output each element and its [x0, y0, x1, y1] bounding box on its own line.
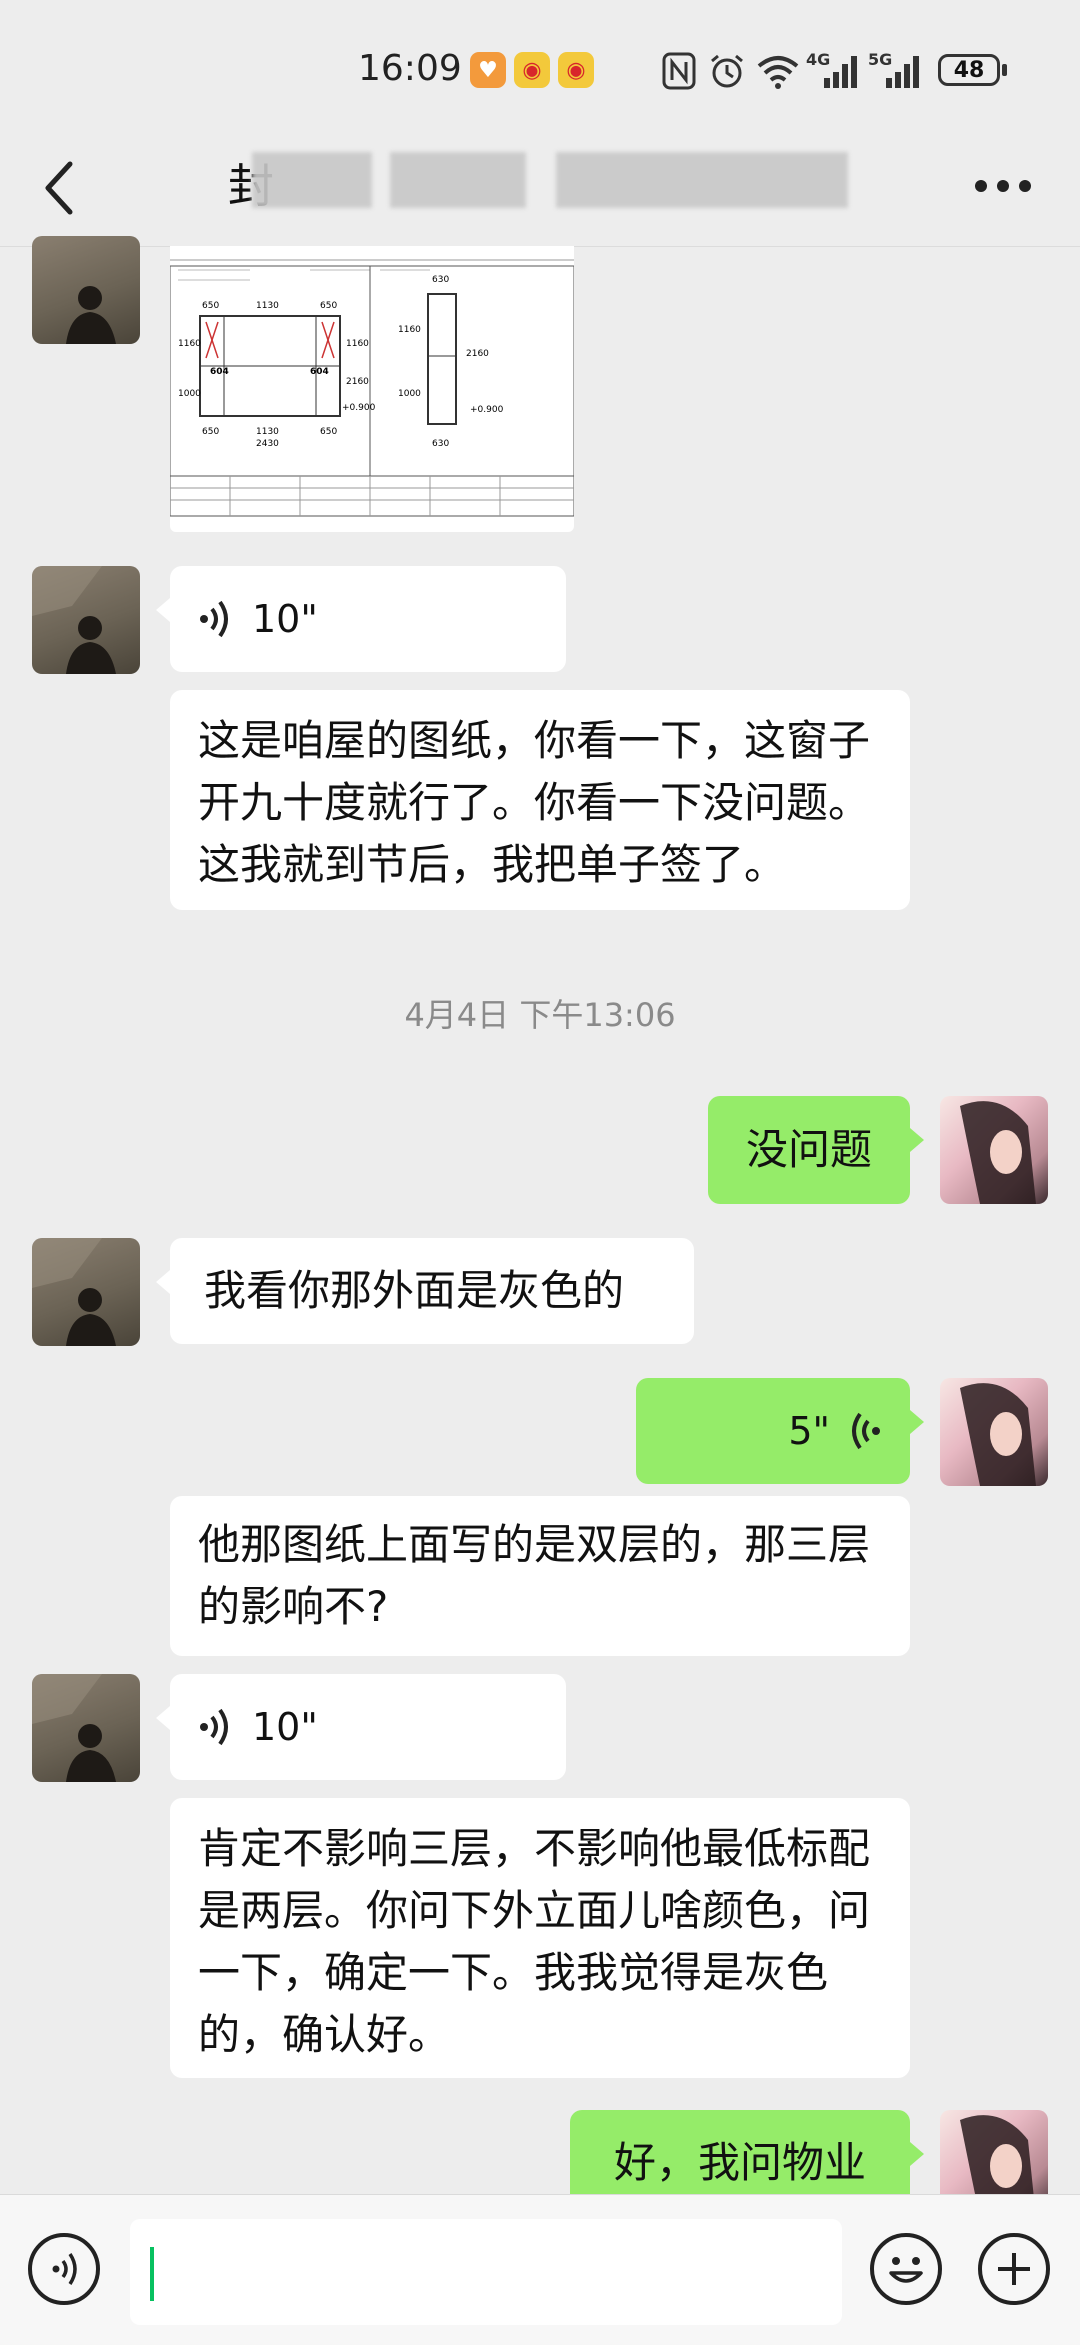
- person-silhouette-icon: [32, 566, 116, 674]
- battery-level: 48: [953, 57, 985, 83]
- message-bubble[interactable]: 没问题: [708, 1096, 924, 1204]
- dim-label: 630: [432, 439, 449, 449]
- dim-label: 1000: [178, 389, 201, 399]
- message-text: 没问题: [745, 1125, 872, 1174]
- chat-header: 封: [0, 130, 1080, 246]
- alarm-icon: [711, 54, 743, 88]
- blurred-title-segment: [390, 152, 526, 208]
- battery-tip: [1002, 64, 1007, 76]
- dim-label: 1160: [398, 325, 421, 335]
- more-dots-icon[interactable]: [975, 180, 1031, 196]
- avatar[interactable]: [32, 1674, 140, 1782]
- voice-playback-icon: [200, 600, 228, 638]
- avatar[interactable]: [940, 1096, 1048, 1204]
- dim-label: 604: [310, 367, 329, 377]
- dim-label: 1160: [346, 339, 369, 349]
- message-bubble[interactable]: 这是咱屋的图纸，你看一下，这窗子开九十度就行了。你看一下没问题。这我就到节后，我…: [170, 690, 910, 910]
- voice-message-bubble[interactable]: 10": [156, 1674, 566, 1780]
- wifi-icon: [757, 56, 799, 89]
- sill-label: +0.900: [342, 403, 376, 413]
- dim-label: 1000: [398, 389, 421, 399]
- message-bubble[interactable]: 他那图纸上面写的是双层的，那三层的影响不?: [170, 1496, 910, 1656]
- dim-label: 1130: [256, 301, 279, 311]
- floor-plan-image[interactable]: 650 1130 650 650 1130 650 2430 1160 1000…: [170, 246, 574, 532]
- dim-label: 650: [320, 301, 337, 311]
- dim-label: 1130: [256, 427, 279, 437]
- message-bubble[interactable]: 肯定不影响三层，不影响他最低标配是两层。你问下外立面儿啥颜色，问一下，确定一下。…: [170, 1798, 910, 2078]
- weibo-icon: ◉: [558, 52, 594, 88]
- dim-label: 650: [202, 301, 219, 311]
- profile-photo-icon: [960, 1383, 1036, 1486]
- dim-label: 650: [202, 427, 219, 437]
- signal-icon: [824, 56, 857, 88]
- dim-label: 2160: [466, 349, 489, 359]
- battery-icon: 48: [938, 54, 1000, 86]
- voice-message-bubble[interactable]: 10": [156, 566, 566, 672]
- voice-playback-icon: [200, 1708, 228, 1746]
- message-input-bar: [0, 2194, 1080, 2345]
- person-silhouette-icon: [66, 286, 116, 344]
- profile-photo-icon: [960, 1101, 1036, 1204]
- message-text: 他那图纸上面写的是双层的，那三层的影响不?: [198, 1520, 871, 1631]
- message-text: 这是咱屋的图纸，你看一下，这窗子开九十度就行了。你看一下没问题。这我就到节后，我…: [198, 716, 871, 889]
- voice-duration: 10": [252, 1705, 318, 1749]
- status-time: 16:09: [358, 48, 462, 89]
- dim-label: 1160: [178, 339, 201, 349]
- avatar[interactable]: [32, 566, 140, 674]
- signal-icon: [886, 56, 919, 88]
- voice-mode-icon[interactable]: [28, 2233, 100, 2305]
- dim-label: 630: [432, 275, 449, 285]
- text-caret: [150, 2247, 154, 2301]
- plus-icon[interactable]: [978, 2233, 1050, 2305]
- chat-timestamp: 4月4日 下午13:06: [404, 996, 676, 1034]
- sill-label: +0.900: [470, 405, 504, 415]
- avatar[interactable]: [32, 236, 140, 344]
- person-silhouette-icon: [32, 1674, 116, 1782]
- status-bar: 16:09 ♥ ◉ ◉ 4G 5G 48: [0, 0, 1080, 130]
- emoji-icon[interactable]: [870, 2233, 942, 2305]
- message-input[interactable]: [130, 2219, 842, 2325]
- heart-app-icon: ♥: [470, 52, 506, 88]
- blurred-title-segment: [252, 152, 372, 208]
- dim-label: 650: [320, 427, 337, 437]
- voice-message-bubble[interactable]: 5": [636, 1378, 924, 1484]
- message-bubble[interactable]: 我看你那外面是灰色的: [156, 1238, 694, 1344]
- chevron-left-icon[interactable]: [40, 158, 80, 218]
- message-text: 我看你那外面是灰色的: [204, 1266, 625, 1315]
- voice-playback-icon: [852, 1412, 880, 1450]
- dim-label: 2160: [346, 377, 369, 387]
- avatar[interactable]: [32, 1238, 140, 1346]
- message-text: 肯定不影响三层，不影响他最低标配是两层。你问下外立面儿啥颜色，问一下，确定一下。…: [198, 1824, 871, 2059]
- blurred-title-segment: [556, 152, 848, 208]
- message-text: 好，我问物业: [613, 2138, 866, 2187]
- voice-duration: 5": [788, 1409, 830, 1453]
- weibo-icon: ◉: [514, 52, 550, 88]
- dim-label: 604: [210, 367, 229, 377]
- voice-duration: 10": [252, 597, 318, 641]
- avatar[interactable]: [940, 1378, 1048, 1486]
- nfc-icon: [662, 52, 696, 90]
- dim-label: 2430: [256, 439, 279, 449]
- person-silhouette-icon: [32, 1238, 116, 1346]
